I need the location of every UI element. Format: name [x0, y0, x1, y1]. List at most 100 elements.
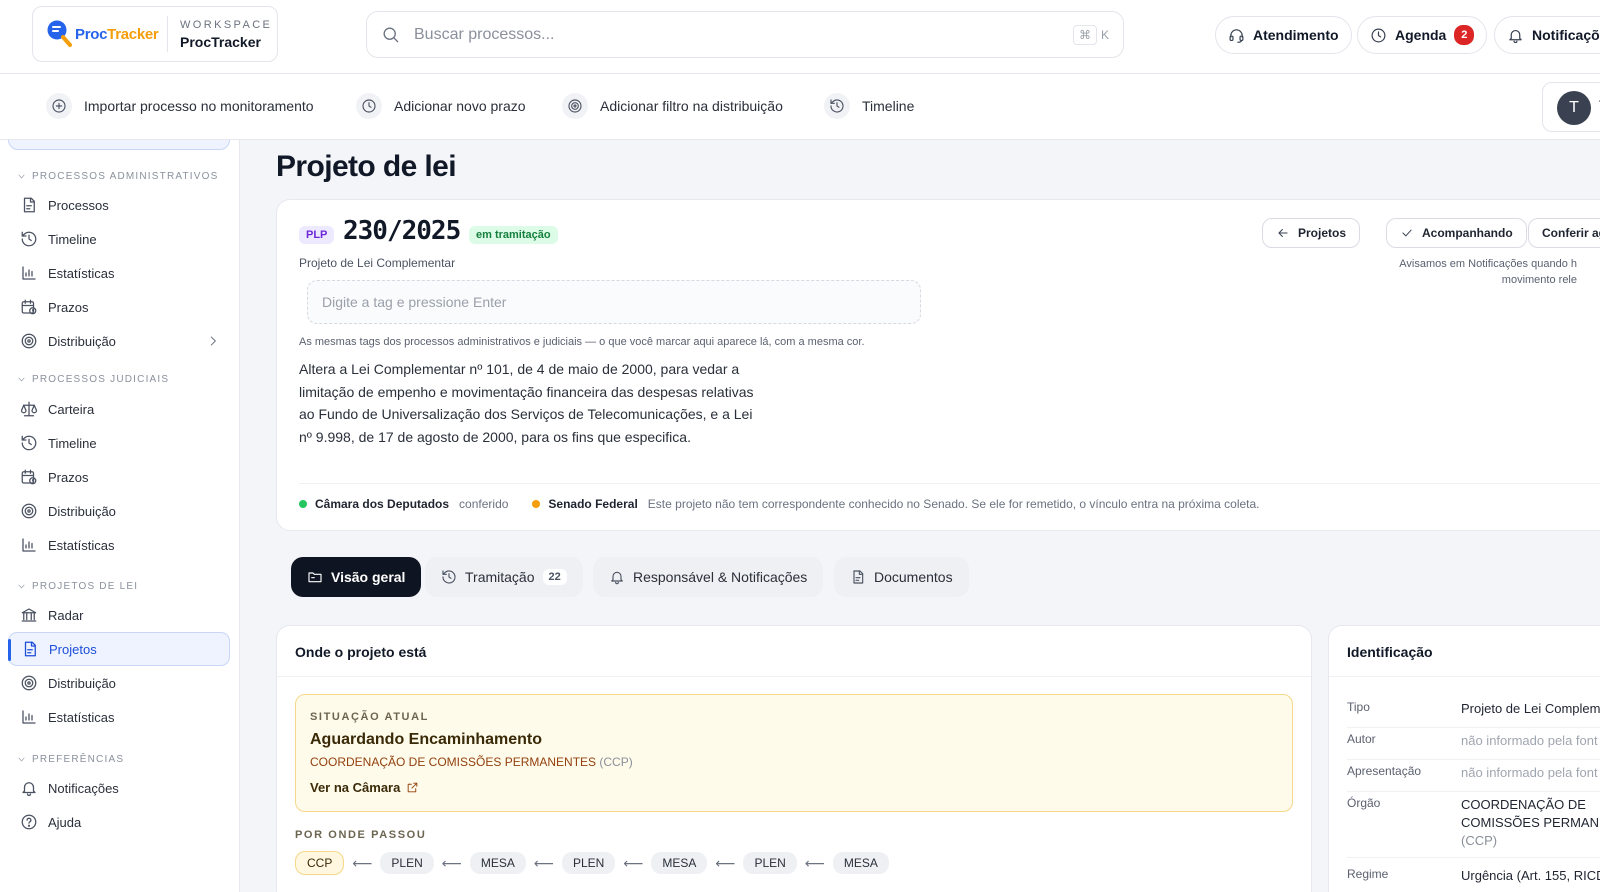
- sidebar-item-projetos[interactable]: Projetos: [8, 632, 230, 666]
- quick-actions-bar: Importar processo no monitoramento Adici…: [0, 74, 1600, 140]
- ident-row-regime: Regime Urgência (Art. 155, RICD: [1347, 867, 1600, 892]
- notifications-label: Notificaçõe: [1532, 27, 1600, 43]
- add-filter-action[interactable]: Adicionar filtro na distribuição: [562, 93, 783, 119]
- agenda-button[interactable]: Agenda 2: [1357, 16, 1488, 54]
- divider: [299, 483, 1600, 484]
- quick-action-label: Adicionar filtro na distribuição: [600, 98, 783, 114]
- sidebar-item-prazos-admin[interactable]: Prazos: [8, 290, 230, 324]
- path-step: MESA: [469, 852, 526, 874]
- arrow-left-icon: ⟵: [715, 854, 736, 871]
- situation-org: COORDENAÇÃO DE COMISSÕES PERMANENTES (CC…: [310, 755, 633, 769]
- import-process-action[interactable]: Importar processo no monitoramento: [46, 93, 314, 119]
- chevron-down-icon: [17, 755, 26, 764]
- house-name: Senado Federal: [548, 497, 638, 511]
- agenda-label: Agenda: [1395, 27, 1447, 43]
- workspace-name: ProcTracker: [180, 33, 261, 50]
- chevron-down-icon: [17, 375, 26, 384]
- search-bar[interactable]: ⌘K: [366, 11, 1124, 58]
- plus-circle-icon: [46, 93, 72, 119]
- search-input[interactable]: [414, 25, 1073, 44]
- target-icon: [20, 502, 38, 520]
- tab-tramitacao[interactable]: Tramitação 22: [425, 557, 583, 597]
- situation-label: SITUAÇÃO ATUAL: [310, 711, 429, 723]
- chart-icon: [20, 536, 38, 554]
- user-menu[interactable]: T T: [1542, 82, 1600, 132]
- tab-documentos[interactable]: Documentos: [834, 557, 969, 597]
- sidebar-item-processos[interactable]: Processos: [8, 188, 230, 222]
- ident-row-autor: Autor não informado pela font: [1347, 732, 1600, 760]
- sidebar-item-distribuicao-projetos[interactable]: Distribuição: [8, 666, 230, 700]
- following-button[interactable]: Acompanhando: [1386, 218, 1527, 248]
- add-deadline-action[interactable]: Adicionar novo prazo: [356, 93, 526, 119]
- document-icon: [21, 640, 39, 658]
- sidebar-item-radar[interactable]: Radar: [8, 598, 230, 632]
- tab-visao-geral[interactable]: Visão geral: [291, 557, 422, 597]
- scale-icon: [20, 400, 38, 418]
- tab-responsavel-notificacoes[interactable]: Responsável & Notificações: [593, 557, 824, 597]
- chevron-right-icon: [206, 334, 220, 348]
- agenda-count-badge: 2: [1454, 25, 1475, 45]
- document-icon: [850, 569, 866, 585]
- status-dot: [532, 500, 541, 508]
- sidebar-item-partial[interactable]: [8, 140, 230, 150]
- sidebar-item-ajuda[interactable]: Ajuda: [8, 805, 230, 839]
- calendar-clock-icon: [20, 468, 38, 486]
- bell-icon: [609, 569, 625, 585]
- card-title: Onde o projeto está: [295, 644, 427, 660]
- search-shortcut: ⌘ K: [1072, 24, 1109, 45]
- check-agenda-button[interactable]: Conferir ag: [1528, 218, 1600, 248]
- logo: ProcTracker: [33, 18, 167, 50]
- ident-row-orgao: Órgão COORDENAÇÃO DECOMISSÕES PERMANEN(C…: [1347, 796, 1600, 858]
- sidebar-section-judicial[interactable]: PROCESSOS JUDICIAIS: [17, 374, 169, 385]
- sidebar-item-estatisticas-projetos[interactable]: Estatísticas: [8, 700, 230, 734]
- tag-hint: As mesmas tags dos processos administrat…: [299, 336, 865, 348]
- arrow-left-icon: ⟵: [804, 854, 825, 871]
- path-step: MESA: [832, 852, 889, 874]
- headset-icon: [1228, 27, 1245, 44]
- ident-row-tipo: Tipo Projeto de Lei Complem: [1347, 700, 1600, 728]
- landmark-icon: [20, 606, 38, 624]
- tag-input[interactable]: [307, 280, 921, 324]
- project-type: Projeto de Lei Complementar: [299, 256, 456, 270]
- clock-icon: [356, 93, 382, 119]
- history-icon: [824, 93, 850, 119]
- notifications-button[interactable]: Notificaçõe: [1494, 16, 1600, 54]
- view-in-camara-link[interactable]: Ver na Câmara: [310, 780, 419, 795]
- house-name: Câmara dos Deputados: [315, 497, 450, 511]
- sidebar-item-carteira[interactable]: Carteira: [8, 392, 230, 426]
- chevron-down-icon: [17, 582, 26, 591]
- logo-magnifier-icon: [45, 18, 73, 50]
- situation-title: Aguardando Encaminhamento: [310, 731, 543, 748]
- path-label: POR ONDE PASSOU: [295, 829, 427, 841]
- status-dot: [299, 500, 307, 508]
- timeline-action[interactable]: Timeline: [824, 93, 914, 119]
- follow-note: Avisamos em Notificações quando h movime…: [1399, 258, 1577, 286]
- path-step: PLEN: [380, 852, 434, 874]
- sidebar-item-distribuicao-admin[interactable]: Distribuição: [8, 324, 230, 358]
- legislative-houses: Câmara dos Deputados conferido Senado Fe…: [299, 497, 1284, 511]
- history-icon: [20, 434, 38, 452]
- sidebar-item-prazos-judicial[interactable]: Prazos: [8, 460, 230, 494]
- sidebar-section-admin[interactable]: PROCESSOS ADMINISTRATIVOS: [17, 171, 219, 182]
- workspace-brand[interactable]: ProcTracker WORKSPACE ProcTracker: [32, 6, 278, 62]
- sidebar-item-timeline-admin[interactable]: Timeline: [8, 222, 230, 256]
- back-to-projects-button[interactable]: Projetos: [1262, 218, 1361, 248]
- tab-count-badge: 22: [542, 569, 567, 585]
- sidebar-section-projetos[interactable]: PROJETOS DE LEI: [17, 581, 138, 592]
- sidebar-item-notificacoes[interactable]: Notificações: [8, 771, 230, 805]
- workspace-label: WORKSPACE: [180, 18, 273, 31]
- sidebar-section-preferencias[interactable]: PREFERÊNCIAS: [17, 754, 124, 765]
- identification-card: Identificação Tipo Projeto de Lei Comple…: [1328, 625, 1600, 892]
- target-icon: [20, 332, 38, 350]
- bell-icon: [1507, 27, 1524, 44]
- arrow-left-icon: ⟵: [441, 854, 462, 871]
- quick-action-label: Timeline: [862, 98, 915, 114]
- sidebar: PROCESSOS ADMINISTRATIVOS Processos Time…: [0, 140, 240, 892]
- sidebar-item-estatisticas-judicial[interactable]: Estatísticas: [8, 528, 230, 562]
- sidebar-item-distribuicao-judicial[interactable]: Distribuição: [8, 494, 230, 528]
- sidebar-item-estatisticas-admin[interactable]: Estatísticas: [8, 256, 230, 290]
- document-icon: [20, 196, 38, 214]
- sidebar-item-timeline-judicial[interactable]: Timeline: [8, 426, 230, 460]
- support-button[interactable]: Atendimento: [1215, 16, 1352, 54]
- external-link-icon: [406, 781, 419, 794]
